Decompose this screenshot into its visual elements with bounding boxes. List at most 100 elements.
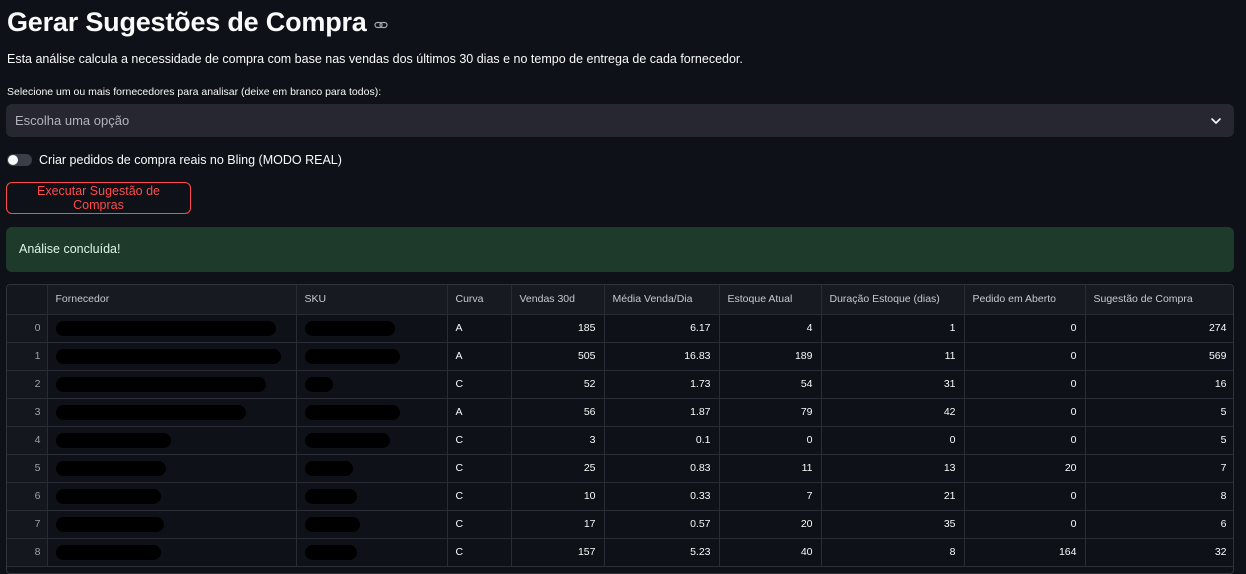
link-icon[interactable] xyxy=(374,20,388,30)
duracao-cell[interactable]: 11 xyxy=(821,342,965,371)
run-suggestion-button[interactable]: Executar Sugestão de Compras xyxy=(6,182,191,214)
table-row[interactable]: 0 A 185 6.17 4 1 0 274 xyxy=(7,314,1233,343)
col-header-fornecedor[interactable]: Fornecedor xyxy=(47,285,297,315)
table-row[interactable]: 7 C 17 0.57 20 35 0 6 xyxy=(7,510,1233,539)
estoque-cell[interactable]: 189 xyxy=(719,342,822,371)
estoque-cell[interactable]: 79 xyxy=(719,398,822,427)
table-row[interactable]: 3 A 56 1.87 79 42 0 5 xyxy=(7,398,1233,427)
duracao-cell[interactable]: 21 xyxy=(821,482,965,511)
estoque-cell[interactable]: 0 xyxy=(719,426,822,455)
fornecedor-cell[interactable] xyxy=(47,314,297,343)
curva-cell[interactable]: C xyxy=(447,482,512,511)
fornecedor-cell[interactable] xyxy=(47,426,297,455)
media-cell[interactable]: 6.17 xyxy=(604,314,720,343)
media-cell[interactable]: 1.87 xyxy=(604,398,720,427)
sku-cell[interactable] xyxy=(296,370,448,399)
media-cell[interactable]: 0.1 xyxy=(604,426,720,455)
table-row[interactable]: 1 A 505 16.83 189 11 0 569 xyxy=(7,342,1233,371)
estoque-cell[interactable]: 11 xyxy=(719,454,822,483)
duracao-cell[interactable]: 31 xyxy=(821,370,965,399)
vendas-cell[interactable]: 56 xyxy=(511,398,605,427)
fornecedor-cell[interactable] xyxy=(47,342,297,371)
media-cell[interactable]: 0.83 xyxy=(604,454,720,483)
fornecedor-cell[interactable] xyxy=(47,510,297,539)
fornecedor-cell[interactable] xyxy=(47,454,297,483)
duracao-cell[interactable]: 42 xyxy=(821,398,965,427)
row-index[interactable]: 7 xyxy=(7,510,48,539)
sugestao-cell[interactable]: 6 xyxy=(1085,510,1233,539)
pedido-cell[interactable]: 0 xyxy=(964,510,1086,539)
sku-cell[interactable] xyxy=(296,426,448,455)
sku-cell[interactable] xyxy=(296,510,448,539)
vendas-cell[interactable]: 17 xyxy=(511,510,605,539)
duracao-cell[interactable]: 13 xyxy=(821,454,965,483)
pedido-cell[interactable]: 0 xyxy=(964,370,1086,399)
sugestao-cell[interactable]: 5 xyxy=(1085,398,1233,427)
estoque-cell[interactable]: 7 xyxy=(719,482,822,511)
pedido-cell[interactable]: 0 xyxy=(964,482,1086,511)
fornecedor-cell[interactable] xyxy=(47,482,297,511)
col-header-pedido[interactable]: Pedido em Aberto xyxy=(964,285,1086,315)
duracao-cell[interactable]: 1 xyxy=(821,314,965,343)
curva-cell[interactable]: C xyxy=(447,454,512,483)
row-index[interactable]: 5 xyxy=(7,454,48,483)
duracao-cell[interactable]: 35 xyxy=(821,510,965,539)
media-cell[interactable]: 1.73 xyxy=(604,370,720,399)
curva-cell[interactable]: C xyxy=(447,370,512,399)
curva-cell[interactable]: A xyxy=(447,314,512,343)
sku-cell[interactable] xyxy=(296,454,448,483)
sugestao-cell[interactable]: 274 xyxy=(1085,314,1233,343)
sugestao-cell[interactable]: 5 xyxy=(1085,426,1233,455)
pedido-cell[interactable]: 20 xyxy=(964,454,1086,483)
fornecedor-cell[interactable] xyxy=(47,398,297,427)
duracao-cell[interactable]: 0 xyxy=(821,426,965,455)
vendas-cell[interactable]: 505 xyxy=(511,342,605,371)
col-header-media[interactable]: Média Venda/Dia xyxy=(604,285,720,315)
vendas-cell[interactable]: 3 xyxy=(511,426,605,455)
estoque-cell[interactable]: 4 xyxy=(719,314,822,343)
row-index[interactable]: 0 xyxy=(7,314,48,343)
pedido-cell[interactable]: 0 xyxy=(964,314,1086,343)
real-mode-toggle[interactable] xyxy=(7,154,32,166)
table-row[interactable]: 6 C 10 0.33 7 21 0 8 xyxy=(7,482,1233,511)
col-header-duracao[interactable]: Duração Estoque (dias) xyxy=(821,285,965,315)
sugestao-cell[interactable]: 569 xyxy=(1085,342,1233,371)
pedido-cell[interactable]: 0 xyxy=(964,426,1086,455)
sku-cell[interactable] xyxy=(296,342,448,371)
pedido-cell[interactable]: 0 xyxy=(964,342,1086,371)
col-header-sku[interactable]: SKU xyxy=(296,285,448,315)
sugestao-cell[interactable]: 16 xyxy=(1085,370,1233,399)
curva-cell[interactable]: A xyxy=(447,342,512,371)
sku-cell[interactable] xyxy=(296,398,448,427)
row-index[interactable]: 6 xyxy=(7,482,48,511)
results-table[interactable]: Fornecedor SKU Curva Vendas 30d Média Ve… xyxy=(6,284,1234,574)
pedido-cell[interactable]: 0 xyxy=(964,398,1086,427)
sku-cell[interactable] xyxy=(296,314,448,343)
estoque-cell[interactable]: 54 xyxy=(719,370,822,399)
vendas-cell[interactable]: 25 xyxy=(511,454,605,483)
row-index[interactable]: 4 xyxy=(7,426,48,455)
col-header-curva[interactable]: Curva xyxy=(447,285,512,315)
curva-cell[interactable]: A xyxy=(447,398,512,427)
col-header-estoque[interactable]: Estoque Atual xyxy=(719,285,822,315)
curva-cell[interactable]: C xyxy=(447,426,512,455)
estoque-cell[interactable]: 20 xyxy=(719,510,822,539)
media-cell[interactable]: 16.83 xyxy=(604,342,720,371)
sugestao-cell[interactable]: 8 xyxy=(1085,482,1233,511)
row-index[interactable]: 3 xyxy=(7,398,48,427)
table-row[interactable]: 5 C 25 0.83 11 13 20 7 xyxy=(7,454,1233,483)
vendas-cell[interactable]: 52 xyxy=(511,370,605,399)
row-index[interactable]: 2 xyxy=(7,370,48,399)
media-cell[interactable]: 0.57 xyxy=(604,510,720,539)
media-cell[interactable]: 0.33 xyxy=(604,482,720,511)
vendas-cell[interactable]: 185 xyxy=(511,314,605,343)
sugestao-cell[interactable]: 7 xyxy=(1085,454,1233,483)
col-header-sugestao[interactable]: Sugestão de Compra xyxy=(1085,285,1233,315)
sku-cell[interactable] xyxy=(296,482,448,511)
col-header-vendas[interactable]: Vendas 30d xyxy=(511,285,605,315)
table-row[interactable]: 4 C 3 0.1 0 0 0 5 xyxy=(7,426,1233,455)
supplier-multiselect[interactable]: Escolha uma opção xyxy=(6,104,1234,137)
curva-cell[interactable]: C xyxy=(447,510,512,539)
fornecedor-cell[interactable] xyxy=(47,370,297,399)
table-row[interactable]: 2 C 52 1.73 54 31 0 16 xyxy=(7,370,1233,399)
